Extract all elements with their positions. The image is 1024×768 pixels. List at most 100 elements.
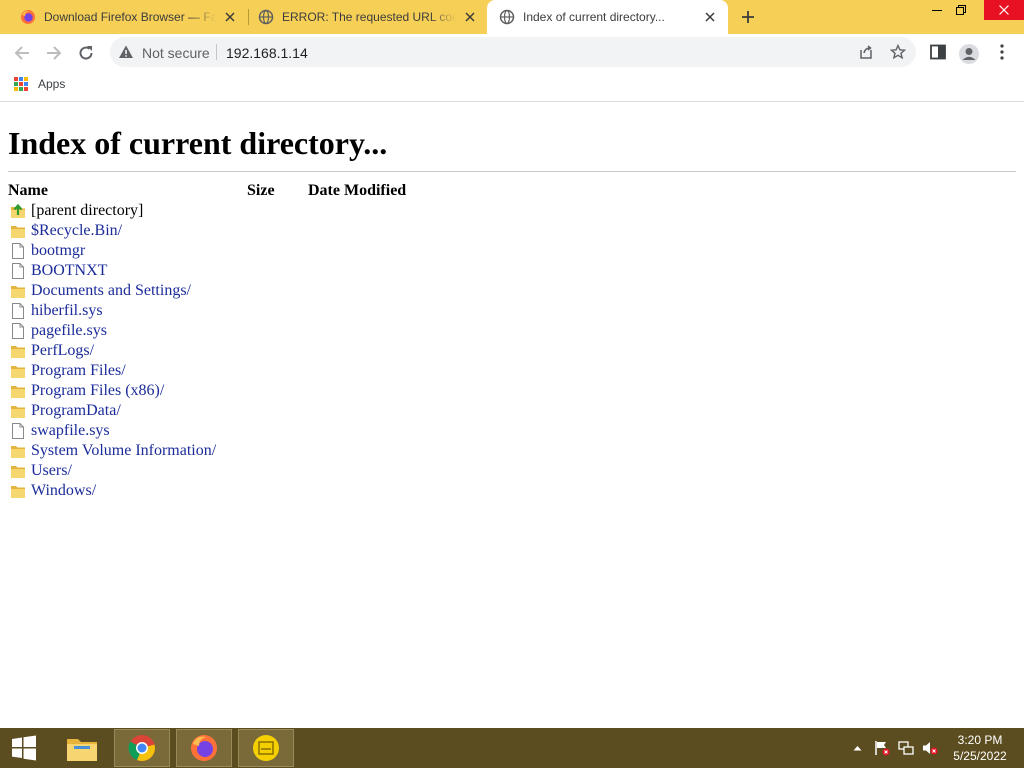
entry-link[interactable]: pagefile.sys (31, 322, 107, 340)
directory-entry[interactable]: ProgramData/ (8, 402, 406, 420)
entry-link[interactable]: Users/ (31, 462, 72, 480)
directory-entry[interactable]: PerfLogs/ (8, 342, 406, 360)
new-tab-button[interactable] (736, 6, 760, 28)
entry-link[interactable]: PerfLogs/ (31, 342, 94, 360)
folder-icon (11, 346, 25, 358)
heading-divider (8, 171, 1016, 172)
tab-title: Index of current directory... (523, 10, 665, 24)
table-row: pagefile.sys (8, 322, 406, 342)
folder-icon (11, 486, 25, 498)
directory-entry[interactable]: Users/ (8, 462, 406, 480)
folder-icon (11, 286, 25, 298)
entry-link[interactable]: ProgramData/ (31, 402, 121, 420)
close-icon (999, 5, 1009, 15)
entry-link[interactable]: Windows/ (31, 482, 96, 500)
tab-firefox-download[interactable]: Download Firefox Browser — Fast, Private… (0, 0, 248, 34)
side-panel-icon[interactable] (929, 43, 947, 61)
reload-icon (79, 46, 93, 60)
entry-link[interactable]: Program Files/ (31, 362, 126, 380)
table-row: swapfile.sys (8, 422, 406, 442)
table-row: Windows/ (8, 482, 406, 502)
entry-link[interactable]: Documents and Settings/ (31, 282, 191, 300)
page-heading: Index of current directory... (8, 125, 388, 161)
entry-link[interactable]: hiberfil.sys (31, 302, 103, 320)
entry-link[interactable]: System Volume Information/ (31, 442, 216, 460)
table-row: PerfLogs/ (8, 342, 406, 362)
warning-icon[interactable] (118, 44, 134, 60)
show-hidden-icons-button[interactable] (850, 728, 864, 768)
forward-arrow-icon (47, 46, 62, 60)
taskbar-file-explorer[interactable] (56, 728, 108, 768)
entry-link[interactable]: $Recycle.Bin/ (31, 222, 122, 240)
taskbar-chrome[interactable] (114, 729, 170, 767)
folder-icon (11, 386, 25, 398)
taskbar-oki-app[interactable] (238, 729, 294, 767)
clock-date: 5/25/2022 (953, 749, 1007, 763)
minimize-icon (932, 10, 942, 11)
close-tab-icon[interactable] (702, 9, 718, 25)
table-row: System Volume Information/ (8, 442, 406, 462)
entry-link[interactable]: bootmgr (31, 242, 85, 260)
directory-entry[interactable]: Documents and Settings/ (8, 282, 406, 300)
table-row: [parent directory] (8, 202, 406, 222)
back-arrow-icon (14, 46, 29, 60)
address-bar[interactable]: Not secure 192.168.1.14 (110, 37, 916, 67)
directory-table: Name Size Date Modified [parent director… (8, 182, 406, 502)
folder-icon (11, 466, 25, 478)
column-modified-header: Date Modified (308, 182, 407, 199)
directory-entry[interactable]: [parent directory] (8, 202, 406, 220)
more-menu-icon[interactable] (996, 43, 1008, 61)
taskbar-firefox[interactable] (176, 729, 232, 767)
directory-entry[interactable]: Program Files/ (8, 362, 406, 380)
tab-strip: Download Firefox Browser — Fast, Private… (0, 0, 1024, 34)
network-tray-button[interactable] (896, 728, 916, 768)
tab-title: Download Firefox Browser — Fast, Private… (44, 10, 216, 24)
file-icon (12, 323, 24, 339)
directory-entry[interactable]: bootmgr (8, 242, 406, 260)
apps-shortcut[interactable]: Apps (14, 77, 65, 91)
directory-entry[interactable]: $Recycle.Bin/ (8, 222, 406, 240)
close-window-button[interactable] (984, 0, 1024, 20)
start-button[interactable] (0, 728, 48, 768)
file-icon (12, 263, 24, 279)
page-content: Index of current directory... Name Size … (0, 103, 1024, 728)
table-row: bootmgr (8, 242, 406, 262)
directory-entry[interactable]: BOOTNXT (8, 262, 406, 280)
directory-entry[interactable]: Windows/ (8, 482, 406, 500)
tab-error-page[interactable]: ERROR: The requested URL could not be re… (238, 0, 488, 34)
restore-button[interactable] (946, 0, 976, 20)
entry-link[interactable]: [parent directory] (31, 202, 143, 220)
close-tab-icon[interactable] (462, 9, 478, 25)
restore-icon (956, 5, 966, 15)
security-status[interactable]: Not secure (142, 45, 210, 61)
globe-icon (258, 9, 274, 25)
close-tab-icon[interactable] (222, 9, 238, 25)
browser-toolbar: Not secure 192.168.1.14 (0, 34, 1024, 70)
directory-entry[interactable]: Program Files (x86)/ (8, 382, 406, 400)
bookmark-star-icon[interactable] (890, 44, 906, 60)
system-clock[interactable]: 3:20 PM 5/25/2022 (944, 732, 1016, 764)
tab-directory-index[interactable]: Index of current directory... (487, 0, 728, 34)
directory-entry[interactable]: System Volume Information/ (8, 442, 406, 460)
folder-icon (11, 406, 25, 418)
profile-avatar-icon[interactable] (958, 43, 980, 65)
table-header-row: Name Size Date Modified (8, 182, 406, 202)
action-center-tray-button[interactable] (872, 728, 892, 768)
table-row: $Recycle.Bin/ (8, 222, 406, 242)
volume-tray-button[interactable] (920, 728, 940, 768)
address-divider (216, 44, 217, 60)
entry-link[interactable]: swapfile.sys (31, 422, 110, 440)
back-button[interactable] (9, 40, 35, 66)
entry-link[interactable]: Program Files (x86)/ (31, 382, 164, 400)
directory-entry[interactable]: swapfile.sys (8, 422, 406, 440)
reload-button[interactable] (73, 40, 99, 66)
url-text[interactable]: 192.168.1.14 (226, 45, 308, 61)
directory-entry[interactable]: hiberfil.sys (8, 302, 406, 320)
share-icon[interactable] (858, 44, 874, 60)
file-icon (12, 303, 24, 319)
clock-time: 3:20 PM (957, 733, 1003, 747)
table-row: hiberfil.sys (8, 302, 406, 322)
directory-entry[interactable]: pagefile.sys (8, 322, 406, 340)
forward-button[interactable] (41, 40, 67, 66)
entry-link[interactable]: BOOTNXT (31, 262, 107, 280)
